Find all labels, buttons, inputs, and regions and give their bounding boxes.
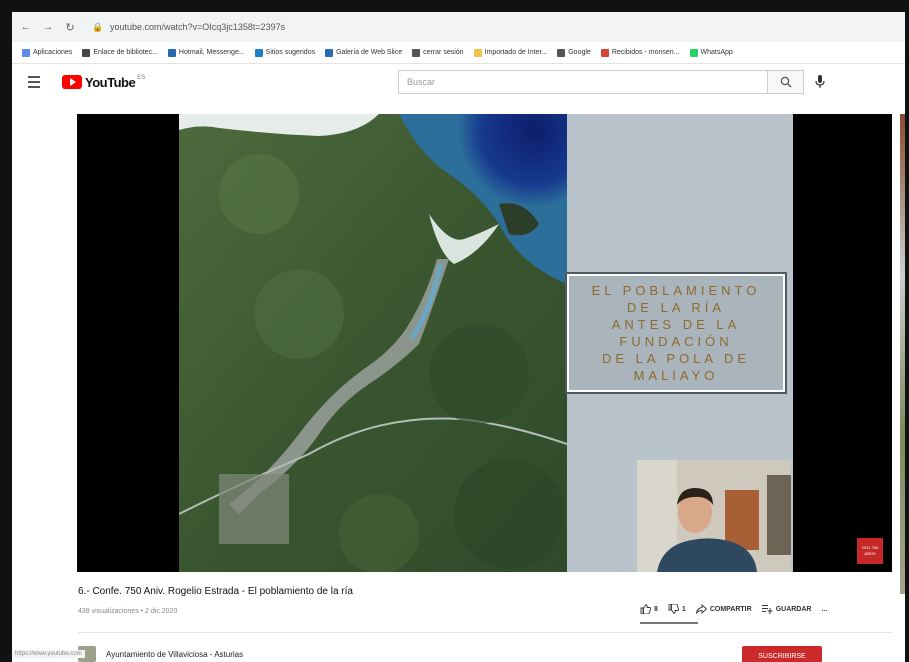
bookmark-favicon-icon: [600, 48, 609, 57]
bookmark-item[interactable]: Recibidos - monsen...: [600, 48, 680, 57]
lock-icon[interactable]: 🔒: [92, 21, 104, 33]
thumbs-down-icon: [668, 604, 679, 614]
youtube-logo-text: YouTube: [85, 74, 136, 90]
bookmarks-bar: Aplicaciones Enlace de bibliotec... Hotmai…: [12, 42, 905, 64]
channel-name[interactable]: Ayuntamiento de Villaviciosa - Asturias: [106, 650, 243, 659]
back-arrow-icon[interactable]: ←: [18, 19, 34, 35]
bookmark-label: Aplicaciones: [33, 49, 73, 56]
address-bar-row: ← → ↻ 🔒 youtube.com/watch?v=OIcq3jc1358t…: [12, 12, 905, 42]
slide-title-line: DE LA RÍA: [626, 300, 726, 315]
bookmark-item[interactable]: Sitios sugeridos: [254, 48, 316, 57]
more-actions-button[interactable]: ...: [821, 606, 827, 613]
dislike-count: 1: [681, 605, 686, 613]
bookmark-label: Google: [568, 49, 591, 56]
like-ratio-bar: [640, 622, 698, 624]
bookmark-label: Importado de Inter...: [484, 49, 548, 56]
bookmark-label: Recibidos - monsen...: [611, 49, 680, 56]
like-count: 8: [654, 605, 658, 613]
slide-title-line: DE LA POLA DE: [601, 351, 751, 366]
bookmark-item[interactable]: WhatsApp: [689, 48, 733, 57]
bookmark-label: cerrar sesión: [423, 49, 464, 56]
slide-title-box: EL POBLAMIENTO DE LA RÍA ANTES DE LA FUNDAC…: [565, 272, 787, 394]
bookmark-favicon-icon: [412, 48, 421, 57]
recommended-thumbnails-strip[interactable]: [900, 114, 905, 594]
share-label: COMPARTIR: [709, 605, 752, 613]
bookmark-favicon-icon: [473, 48, 482, 57]
reload-icon[interactable]: ↻: [62, 19, 78, 35]
browser-window: ← → ↻ 🔒 youtube.com/watch?v=OIcq3jc1358t…: [12, 12, 905, 662]
video-views-date: 439 visualizaciones • 2 dic 2020: [78, 608, 178, 615]
youtube-logo[interactable]: YouTube ES: [62, 75, 145, 90]
webcam-presenter-image: [637, 460, 791, 572]
video-actions: 8 1 COMPARTIR GUARDAR ...: [640, 604, 837, 614]
microphone-icon[interactable]: [812, 74, 828, 90]
slide-title-line: EL POBLAMIENTO: [591, 283, 761, 298]
like-button[interactable]: 8: [640, 604, 658, 614]
save-playlist-icon: [761, 605, 773, 614]
bookmark-favicon-icon: [22, 48, 30, 57]
search-input[interactable]: Buscar: [398, 70, 768, 94]
forward-arrow-icon[interactable]: →: [40, 19, 56, 35]
slide-title-line: ANTES DE LA: [611, 317, 741, 332]
bookmark-favicon-icon: [325, 48, 334, 57]
bookmark-label: WhatsApp: [700, 49, 733, 56]
share-icon: [695, 604, 707, 614]
search-icon: [780, 76, 791, 88]
thumbs-up-icon: [640, 604, 651, 614]
bookmark-item[interactable]: Hotmail, Messenge...: [167, 48, 245, 57]
bookmark-label: Hotmail, Messenge...: [178, 49, 245, 56]
bookmark-item[interactable]: Enlace de bibliotec...: [82, 48, 158, 57]
bookmark-favicon-icon: [557, 48, 566, 57]
bookmark-favicon-icon: [82, 48, 91, 57]
bookmark-item[interactable]: Google: [557, 48, 591, 57]
channel-watermark-logo: 2021 750 AÑOS: [857, 538, 883, 564]
bookmark-favicon-icon: [167, 48, 176, 57]
bookmark-label: Enlace de bibliotec...: [93, 49, 158, 56]
bookmark-label: Sitios sugeridos: [265, 49, 316, 56]
address-bar-url[interactable]: youtube.com/watch?v=OIcq3jc1358t=2397s: [110, 22, 285, 32]
video-player[interactable]: EL POBLAMIENTO DE LA RÍA ANTES DE LA FUNDAC…: [77, 114, 892, 572]
bookmark-item[interactable]: Galería de Web Slice: [325, 48, 403, 57]
save-label: GUARDAR: [775, 605, 812, 613]
bookmark-favicon-icon: [254, 48, 263, 57]
bookmark-item[interactable]: cerrar sesión: [412, 48, 464, 57]
bookmark-favicon-icon: [689, 48, 698, 57]
youtube-logo-region: ES: [137, 74, 146, 81]
share-button[interactable]: COMPARTIR: [695, 604, 752, 614]
slide-title-line: MALIAYO: [633, 368, 719, 383]
save-button[interactable]: GUARDAR: [761, 604, 812, 614]
video-title: 6.- Confe. 750 Aniv. Rogelio Estrada - E…: [78, 586, 353, 597]
youtube-play-icon: [62, 75, 82, 89]
subscribe-button[interactable]: SUSCRIBIRSE: [742, 646, 822, 662]
bookmark-item[interactable]: Importado de Inter...: [473, 48, 548, 57]
menu-icon[interactable]: [28, 72, 48, 92]
status-bar-url: https://www.youtube.com: [12, 650, 85, 658]
satellite-map-image: [179, 114, 567, 572]
bookmark-label: Galería de Web Slice: [336, 49, 403, 56]
slide-title-line: FUNDACIÓN: [619, 334, 733, 349]
dislike-button[interactable]: 1: [668, 604, 686, 614]
search-button[interactable]: [768, 70, 804, 94]
bookmark-item[interactable]: Aplicaciones: [22, 48, 73, 57]
divider: [78, 632, 892, 633]
youtube-header: YouTube ES Buscar: [12, 64, 905, 100]
